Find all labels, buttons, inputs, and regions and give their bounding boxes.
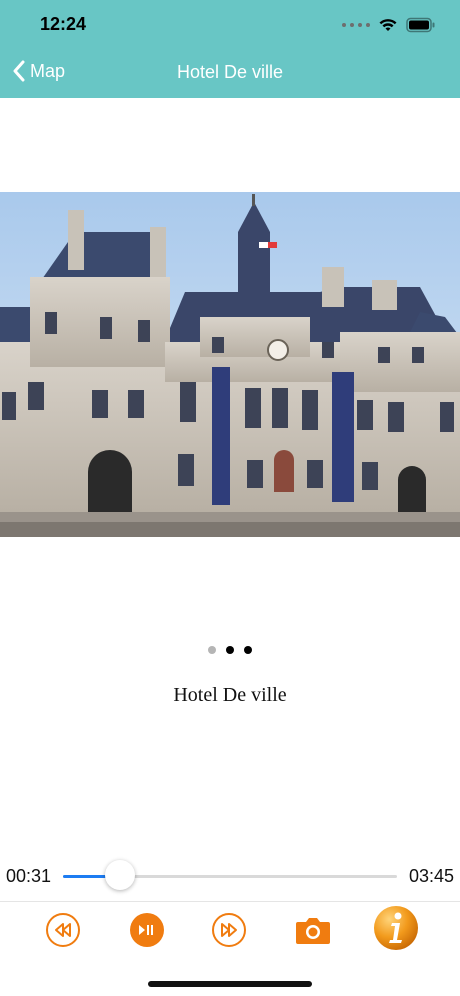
battery-icon: [406, 17, 435, 33]
info-icon: [374, 906, 418, 950]
navigation-header: 12:24 Map Hotel De ville: [0, 0, 460, 98]
gallery-image[interactable]: [0, 192, 460, 537]
status-time: 12:24: [40, 14, 87, 34]
image-caption: Hotel De ville: [173, 684, 287, 706]
page-title: Hotel De ville: [176, 62, 284, 82]
hotel-de-ville-photo: [0, 192, 460, 537]
divider: [0, 901, 460, 902]
page-dot-2[interactable]: [226, 646, 234, 654]
page-indicator[interactable]: [0, 646, 460, 654]
home-indicator: [148, 981, 312, 987]
cellular-signal-icon: [342, 23, 370, 27]
wifi-icon: [379, 19, 397, 31]
info-button[interactable]: [372, 904, 420, 952]
rewind-icon: [46, 913, 80, 947]
page-dot-3[interactable]: [244, 646, 252, 654]
camera-icon: [296, 918, 330, 944]
rewind-button[interactable]: [45, 912, 81, 948]
fast-forward-button[interactable]: [211, 912, 247, 948]
fast-forward-icon: [212, 913, 246, 947]
page-dot-1[interactable]: [208, 646, 216, 654]
camera-button[interactable]: [294, 912, 330, 948]
play-pause-button[interactable]: [129, 912, 165, 948]
elapsed-time: 00:31: [6, 866, 52, 886]
progress-thumb[interactable]: [105, 860, 135, 890]
status-icons: [342, 14, 436, 36]
total-duration: 03:45: [408, 866, 454, 886]
play-pause-icon: [130, 913, 164, 947]
